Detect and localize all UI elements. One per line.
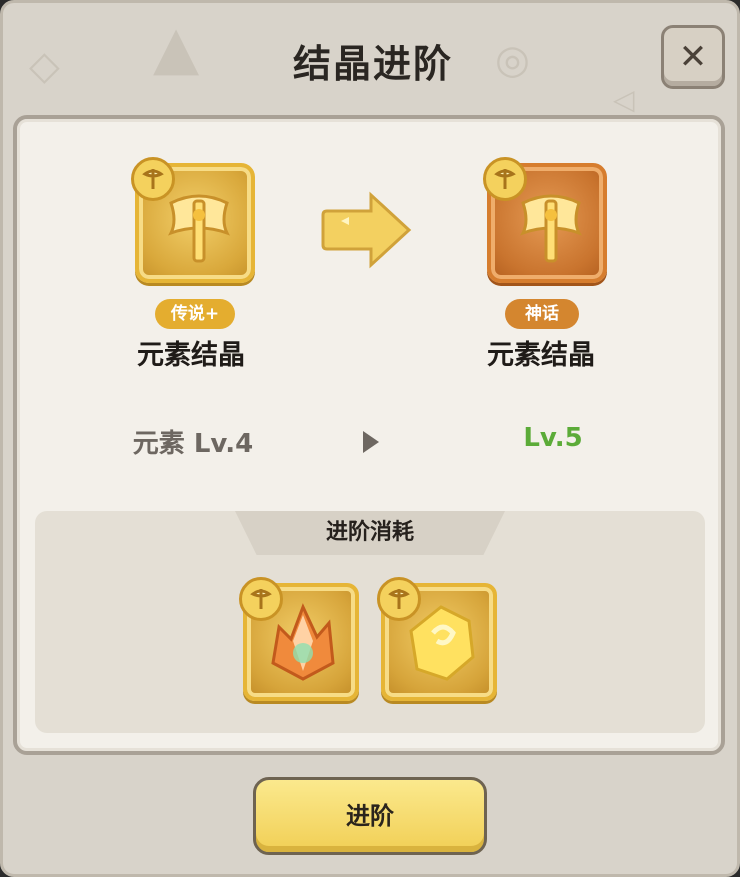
close-button[interactable]: ✕ [661,25,725,89]
material-item[interactable] [377,577,497,701]
upgrade-dialog: ◇ ▲ ◎ ◁ 结晶进阶 ✕ 传说+ 元素结晶 神话 元素结晶 元素 Lv.4 … [0,0,740,877]
rarity-badge-legend: 传说+ [155,299,235,329]
current-level: 元素 Lv.4 [132,429,254,459]
upgrade-arrow-icon [321,191,412,269]
close-icon: ✕ [678,37,708,77]
level-arrow-icon [363,431,379,453]
golden-stone-icon [409,605,475,681]
from-item-name: 元素结晶 [137,340,245,371]
material-item[interactable] [239,577,359,701]
cost-header: 进阶消耗 [235,511,505,555]
cost-section: 进阶消耗 [35,511,705,733]
golden-axe-icon [519,194,583,263]
golden-axe-icon [167,194,231,263]
dialog-title: 结晶进阶 [292,42,453,86]
from-item-card[interactable] [131,157,255,283]
to-item-name: 元素结晶 [487,340,595,371]
next-level: Lv.5 [523,423,583,453]
to-item-card[interactable] [483,157,607,283]
orange-crystal-icon [271,603,335,681]
advance-button[interactable]: 进阶 [253,777,487,855]
rarity-badge-mythic: 神话 [505,299,579,329]
